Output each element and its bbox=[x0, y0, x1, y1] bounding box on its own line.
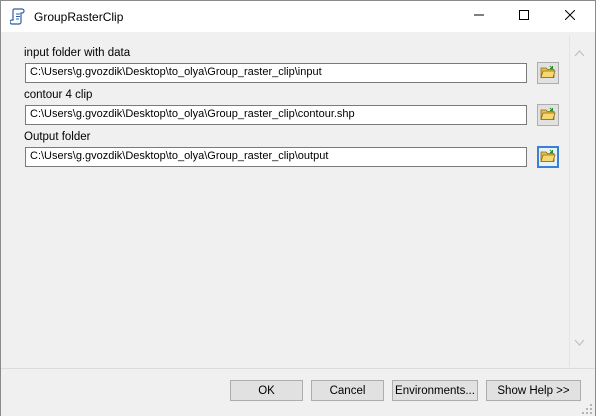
ok-button[interactable]: OK bbox=[230, 380, 303, 401]
minimize-icon bbox=[474, 10, 484, 23]
chevron-up-icon bbox=[574, 48, 585, 62]
resize-grip-icon[interactable] bbox=[581, 403, 593, 415]
browse-contour-button[interactable] bbox=[537, 104, 559, 126]
window-title: GroupRasterClip bbox=[34, 10, 124, 24]
open-folder-icon bbox=[540, 107, 556, 124]
open-folder-icon bbox=[540, 65, 556, 82]
open-folder-icon bbox=[540, 149, 556, 166]
show-help-button[interactable]: Show Help >> bbox=[486, 380, 581, 401]
scroll-down-button[interactable] bbox=[570, 338, 589, 352]
input-folder-field[interactable]: C:\Users\g.gvozdik\Desktop\to_olya\Group… bbox=[25, 63, 527, 83]
tool-dialog-window: GroupRasterClip input folder with data C… bbox=[0, 0, 596, 416]
output-folder-field[interactable]: C:\Users\g.gvozdik\Desktop\to_olya\Group… bbox=[25, 147, 527, 167]
maximize-icon bbox=[519, 10, 529, 23]
scroll-up-button[interactable] bbox=[570, 48, 589, 62]
cancel-button[interactable]: Cancel bbox=[311, 380, 384, 401]
parameters-panel bbox=[5, 36, 570, 367]
contour-field[interactable]: C:\Users\g.gvozdik\Desktop\to_olya\Group… bbox=[25, 105, 527, 125]
maximize-button[interactable] bbox=[501, 1, 547, 32]
param-label-output-folder: Output folder bbox=[24, 131, 91, 143]
dialog-footer: OK Cancel Environments... Show Help >> bbox=[1, 368, 595, 416]
environments-button[interactable]: Environments... bbox=[392, 380, 478, 401]
vertical-scrollbar[interactable] bbox=[570, 36, 589, 367]
chevron-down-icon bbox=[574, 338, 585, 352]
browse-output-folder-button[interactable] bbox=[537, 146, 559, 168]
param-label-input-folder: input folder with data bbox=[24, 47, 131, 59]
title-bar[interactable]: GroupRasterClip bbox=[1, 1, 595, 32]
close-button[interactable] bbox=[547, 1, 593, 32]
browse-input-folder-button[interactable] bbox=[537, 62, 559, 84]
close-icon bbox=[564, 9, 576, 23]
param-label-contour: contour 4 clip bbox=[24, 89, 93, 101]
minimize-button[interactable] bbox=[456, 1, 502, 32]
script-tool-icon bbox=[9, 8, 26, 25]
